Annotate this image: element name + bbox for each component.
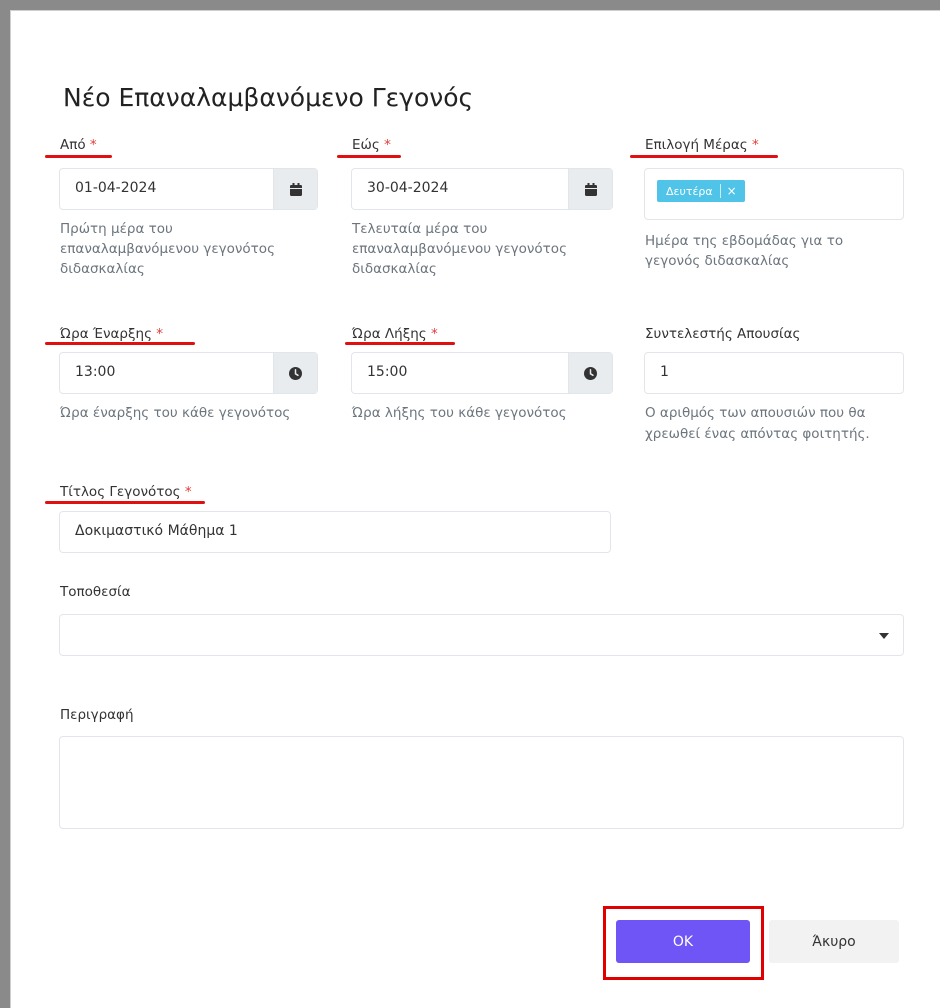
event-title-input[interactable]: Δοκιμαστικό Μάθημα 1 (59, 511, 611, 553)
annotation-underline (630, 155, 778, 158)
end-time-value: 15:00 (367, 364, 408, 380)
calendar-icon (584, 182, 597, 196)
end-time-label: Ώρα Λήξης * (352, 326, 438, 342)
event-title-value: Δοκιμαστικό Μάθημα 1 (75, 523, 238, 539)
help-line: Τελευταία μέρα του (352, 221, 488, 237)
help-line: διδασκαλίας (60, 261, 145, 277)
start-time-label: Ώρα Έναρξης * (60, 326, 163, 342)
to-label-text: Εώς (352, 137, 380, 153)
end-time-input[interactable]: 15:00 (351, 352, 613, 394)
help-line: επαναλαμβανόμενου γεγονότος (60, 241, 275, 257)
from-label: Από * (60, 137, 97, 153)
required-marker: * (184, 484, 192, 500)
description-textarea[interactable] (59, 736, 904, 829)
required-marker: * (384, 137, 391, 153)
clock-icon (584, 366, 597, 380)
absence-label: Συντελεστής Απουσίας (645, 326, 801, 342)
from-date-value: 01-04-2024 (75, 180, 157, 196)
tag-separator (719, 184, 721, 198)
annotation-underline (345, 342, 455, 345)
start-time-value: 13:00 (75, 364, 116, 380)
absence-help: Ο αριθμός των απουσιών που θα χρεωθεί έν… (645, 403, 870, 445)
from-label-text: Από (60, 137, 86, 153)
day-tag-label: Δευτέρα (666, 184, 713, 198)
end-time-picker-button[interactable] (568, 353, 612, 393)
event-title-label-text: Τίτλος Γεγονότος (60, 484, 181, 500)
required-marker: * (89, 137, 97, 153)
annotation-underline (45, 501, 205, 504)
required-marker: * (156, 326, 164, 342)
from-help: Πρώτη μέρα του επαναλαμβανόμενου γεγονότ… (60, 219, 275, 279)
end-time-label-text: Ώρα Λήξης (352, 326, 427, 342)
dialog-title: Νέο Επαναλαμβανόμενο Γεγονός (63, 83, 474, 112)
help-line: χρεωθεί ένας απόντας φοιτητής. (645, 426, 870, 442)
day-help: Ημέρα της εβδομάδας για το γεγονός διδασ… (645, 231, 843, 271)
to-calendar-button[interactable] (568, 169, 612, 209)
absence-factor-value: 1 (660, 364, 669, 380)
description-label: Περιγραφή (60, 707, 134, 723)
caret-down-icon (879, 633, 889, 639)
end-time-help: Ώρα λήξης του κάθε γεγονότος (352, 405, 567, 421)
start-time-input[interactable]: 13:00 (59, 352, 318, 394)
location-select[interactable] (59, 614, 904, 656)
annotation-underline (45, 155, 112, 158)
cancel-button[interactable]: Άκυρο (769, 920, 899, 963)
help-line: Πρώτη μέρα του (60, 221, 173, 237)
start-time-picker-button[interactable] (273, 353, 317, 393)
annotation-underline (337, 155, 401, 158)
recurring-event-dialog: Νέο Επαναλαμβανόμενο Γεγονός Από * Εώς *… (10, 10, 940, 1008)
help-line: Ημέρα της εβδομάδας για το (645, 233, 844, 249)
annotation-underline (45, 342, 195, 345)
location-label: Τοποθεσία (60, 584, 131, 600)
from-calendar-button[interactable] (273, 169, 317, 209)
help-line: επαναλαμβανόμενου γεγονότος (352, 241, 567, 257)
absence-factor-input[interactable]: 1 (644, 352, 904, 394)
day-multiselect[interactable]: Δευτέρα × (644, 168, 904, 220)
remove-tag-icon[interactable]: × (727, 185, 737, 197)
start-time-help: Ώρα έναρξης του κάθε γεγονότος (60, 405, 291, 421)
day-label: Επιλογή Μέρας * (645, 137, 759, 153)
start-time-label-text: Ώρα Έναρξης (60, 326, 152, 342)
day-tag: Δευτέρα × (657, 180, 745, 202)
calendar-icon (289, 182, 302, 196)
from-date-input[interactable]: 01-04-2024 (59, 168, 318, 210)
clock-icon (289, 366, 302, 380)
required-marker: * (431, 326, 438, 342)
to-date-value: 30-04-2024 (367, 180, 449, 196)
day-label-text: Επιλογή Μέρας (645, 137, 748, 153)
to-label: Εώς * (352, 137, 391, 153)
event-title-label: Τίτλος Γεγονότος * (60, 484, 192, 500)
help-line: γεγονός διδασκαλίας (645, 253, 790, 269)
help-line: Ο αριθμός των απουσιών που θα (645, 405, 866, 421)
ok-button[interactable]: OK (616, 920, 750, 963)
to-date-input[interactable]: 30-04-2024 (351, 168, 613, 210)
to-help: Τελευταία μέρα του επαναλαμβανόμενου γεγ… (352, 219, 567, 279)
required-marker: * (751, 137, 759, 153)
help-line: διδασκαλίας (352, 261, 437, 277)
